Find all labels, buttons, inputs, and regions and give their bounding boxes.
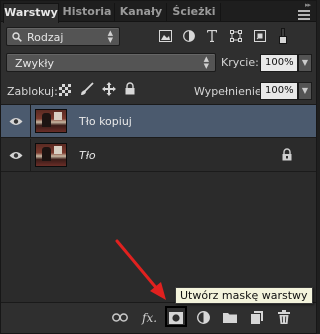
- eye-icon: [9, 152, 23, 159]
- lock-position-icon[interactable]: [102, 82, 116, 96]
- shape-filter-icon[interactable]: [230, 30, 242, 42]
- eye-icon: [9, 118, 23, 125]
- adjustment-layer-icon[interactable]: [197, 311, 210, 324]
- visibility-toggle[interactable]: [1, 105, 31, 138]
- smartobject-filter-icon[interactable]: [254, 30, 266, 42]
- collapse-arrows-icon[interactable]: ▸▸: [305, 1, 311, 9]
- filter-toggle-icon[interactable]: [277, 28, 289, 46]
- layer-name[interactable]: Tło kopiuj: [79, 115, 132, 128]
- annotation-arrow-icon: [115, 239, 166, 300]
- tab-channels[interactable]: Kanały: [116, 3, 167, 22]
- fill-input[interactable]: 100%: [260, 82, 298, 100]
- tab-history[interactable]: Historia: [60, 3, 115, 22]
- layer-thumbnail[interactable]: [35, 143, 67, 167]
- visibility-toggle[interactable]: [1, 139, 31, 172]
- tab-layers[interactable]: Warstwy: [3, 3, 59, 23]
- fill-dropdown-arrow-icon[interactable]: ▼: [298, 82, 312, 100]
- lock-label: Zablokuj:: [7, 85, 58, 98]
- link-layers-icon[interactable]: [112, 313, 128, 322]
- lock-image-pixels-icon[interactable]: [80, 82, 94, 96]
- layer-row-tlo[interactable]: Tło: [1, 139, 316, 172]
- layer-thumbnail[interactable]: [35, 109, 67, 133]
- image-filter-icon[interactable]: [159, 30, 172, 42]
- panel-menu-icon[interactable]: [298, 10, 310, 20]
- opacity-dropdown-arrow-icon[interactable]: ▼: [298, 54, 312, 72]
- new-layer-icon[interactable]: [251, 311, 263, 324]
- tab-paths[interactable]: Ścieżki: [168, 3, 221, 22]
- opacity-label: Krycie:: [221, 56, 259, 69]
- trash-icon[interactable]: [278, 310, 290, 324]
- updown-arrows-icon: ▲ ▼: [203, 55, 209, 70]
- layers-bottom-bar: fx.: [1, 303, 316, 333]
- resize-grip-icon[interactable]: [298, 329, 306, 333]
- lock-icon: [282, 148, 292, 161]
- panel-tab-bar: Warstwy Historia Kanały Ścieżki ▸▸: [1, 1, 316, 23]
- fill-label: Wypełnienie:: [194, 85, 266, 98]
- filter-kind-dropdown[interactable]: Rodzaj ▲ ▼: [6, 27, 120, 46]
- tooltip: Utwórz maskę warstwy: [175, 287, 313, 304]
- new-group-icon[interactable]: [223, 312, 237, 323]
- blend-mode-dropdown[interactable]: Zwykły ▲ ▼: [6, 53, 216, 72]
- layer-row-tlo-kopiuj[interactable]: Tło kopiuj: [1, 105, 316, 138]
- adjustment-filter-icon[interactable]: [183, 30, 195, 42]
- layers-panel: Warstwy Historia Kanały Ścieżki ▸▸ Rodza…: [0, 0, 317, 334]
- lock-transparent-pixels-icon[interactable]: [59, 84, 71, 96]
- search-icon: [12, 32, 22, 42]
- filter-kind-label: Rodzaj: [27, 31, 64, 44]
- layer-name[interactable]: Tło: [79, 149, 96, 162]
- updown-arrows-icon: ▲ ▼: [107, 29, 113, 44]
- lock-all-icon[interactable]: [125, 82, 135, 95]
- opacity-input[interactable]: 100%: [260, 54, 298, 72]
- type-filter-icon[interactable]: [207, 30, 217, 42]
- mask-button-highlight: [165, 306, 187, 327]
- fx-icon[interactable]: fx.: [142, 311, 157, 325]
- blend-mode-label: Zwykły: [15, 57, 55, 70]
